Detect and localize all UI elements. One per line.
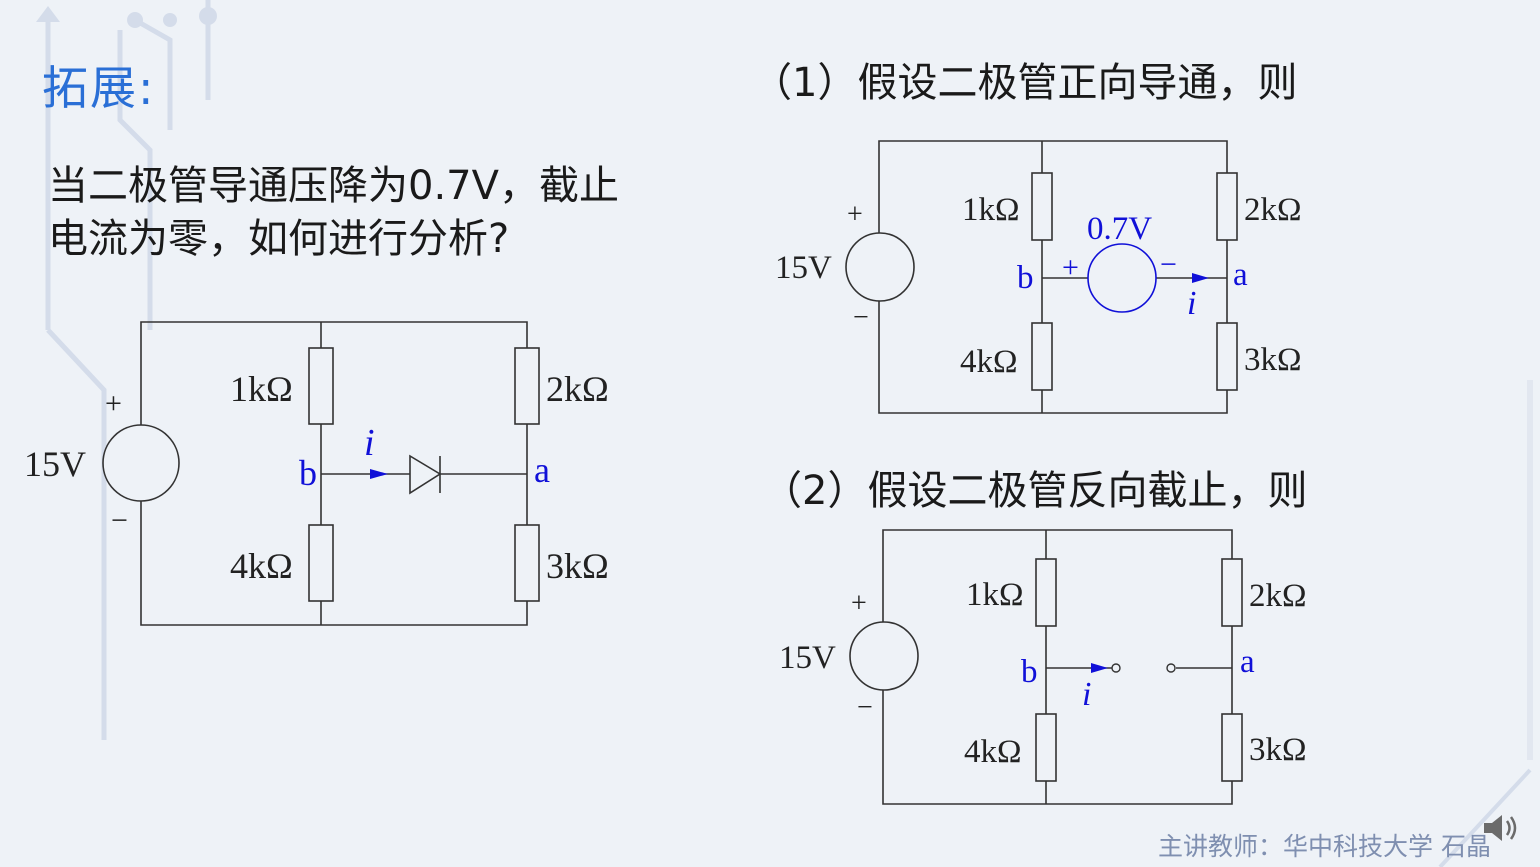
- source-voltage-label: 15V: [779, 640, 836, 676]
- resistor-1k: [1035, 558, 1057, 627]
- resistor-3k-label: 3kΩ: [1249, 732, 1307, 768]
- current-label: i: [1082, 676, 1091, 713]
- resistor-2k: [1221, 558, 1243, 627]
- resistor-1k-label: 1kΩ: [966, 577, 1024, 613]
- source-plus-label: +: [851, 588, 867, 619]
- speaker-icon[interactable]: [1480, 810, 1520, 846]
- resistor-4k-label: 4kΩ: [964, 734, 1022, 770]
- resistor-4k: [1035, 713, 1057, 782]
- open-terminal-right: [1166, 663, 1176, 673]
- circuit-reverse: + − 15V 1kΩ 4kΩ 2kΩ 3kΩ b a i: [779, 529, 1307, 805]
- lecturer-footer: 主讲教师：华中科技大学 石晶: [1158, 832, 1491, 861]
- voltage-source-symbol: [849, 621, 919, 691]
- open-terminal-left: [1111, 663, 1121, 673]
- node-a-label: a: [1240, 644, 1255, 680]
- current-arrow: [1091, 663, 1108, 673]
- resistor-2k-label: 2kΩ: [1249, 578, 1307, 614]
- node-b-label: b: [1021, 654, 1038, 690]
- source-minus-label: −: [857, 692, 873, 723]
- resistor-3k: [1221, 713, 1243, 782]
